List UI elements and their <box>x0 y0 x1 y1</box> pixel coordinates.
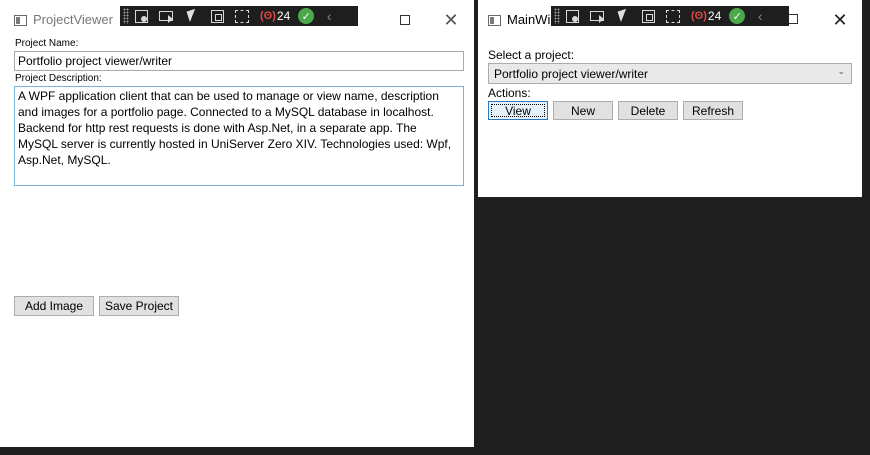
main-window: MainWi ✕ Select a project: Portfolio pro… <box>478 0 862 197</box>
track-focus-icon[interactable] <box>666 9 680 23</box>
video-icon[interactable] <box>159 11 173 23</box>
project-description-label: Project Description: <box>15 73 102 84</box>
hot-reload-count: 24 <box>276 9 291 23</box>
window-app-icon <box>14 15 27 26</box>
collapse-icon[interactable]: ‹ <box>324 8 334 24</box>
window-title: MainWi <box>507 12 551 27</box>
project-select-value: Portfolio project viewer/writer <box>494 67 649 81</box>
select-element-icon[interactable] <box>615 8 631 24</box>
debug-toolbar: (ʘ) 24 ✓ ‹ <box>551 6 789 26</box>
close-button[interactable]: ✕ <box>825 8 855 32</box>
select-element-icon[interactable] <box>184 8 200 24</box>
display-adorners-icon[interactable] <box>211 9 224 23</box>
window-title: ProjectViewer <box>33 12 113 27</box>
track-focus-icon[interactable] <box>235 9 249 23</box>
ok-status-icon[interactable]: ✓ <box>298 8 315 24</box>
toolbar-grip[interactable] <box>554 8 560 24</box>
actions-label: Actions: <box>488 86 531 100</box>
project-description-textarea[interactable]: A WPF application client that can be use… <box>14 86 464 186</box>
maximize-icon[interactable] <box>789 14 798 24</box>
delete-button[interactable]: Delete <box>618 101 678 120</box>
project-viewer-window: ProjectViewer ✕ Project Name: Portfolio … <box>0 0 474 447</box>
debug-toolbar: (ʘ) 24 ✓ ‹ <box>120 6 358 26</box>
project-select[interactable]: Portfolio project viewer/writer ⌄ <box>488 63 852 84</box>
close-button[interactable]: ✕ <box>436 8 466 32</box>
project-name-input[interactable]: Portfolio project viewer/writer <box>14 51 464 71</box>
refresh-button[interactable]: Refresh <box>683 101 743 120</box>
collapse-icon[interactable]: ‹ <box>755 8 765 24</box>
close-icon: ✕ <box>832 9 848 30</box>
window-app-icon <box>488 15 501 26</box>
view-button[interactable]: View <box>488 101 548 120</box>
chevron-down-icon: ⌄ <box>837 66 845 76</box>
live-visual-tree-icon[interactable] <box>135 9 148 23</box>
hot-reload-icon: (ʘ) <box>260 10 276 22</box>
close-icon: ✕ <box>443 9 459 30</box>
display-adorners-icon[interactable] <box>642 9 655 23</box>
save-project-button[interactable]: Save Project <box>99 296 179 316</box>
maximize-icon <box>400 15 410 25</box>
hot-reload-indicator[interactable]: (ʘ) 24 <box>260 8 290 24</box>
maximize-button[interactable] <box>390 8 420 32</box>
new-button[interactable]: New <box>553 101 613 120</box>
hot-reload-count: 24 <box>707 9 722 23</box>
select-project-label: Select a project: <box>488 48 575 62</box>
ok-status-icon[interactable]: ✓ <box>729 8 746 24</box>
video-icon[interactable] <box>590 11 604 23</box>
project-name-label: Project Name: <box>15 38 79 49</box>
live-visual-tree-icon[interactable] <box>566 9 579 23</box>
toolbar-grip[interactable] <box>123 8 129 24</box>
hot-reload-indicator[interactable]: (ʘ) 24 <box>691 8 721 24</box>
add-image-button[interactable]: Add Image <box>14 296 94 316</box>
hot-reload-icon: (ʘ) <box>691 10 707 22</box>
